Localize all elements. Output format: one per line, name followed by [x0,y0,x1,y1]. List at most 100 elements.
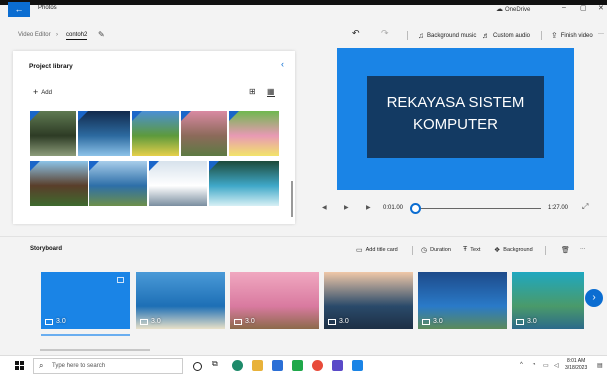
library-thumbnail[interactable] [209,161,279,206]
redo-button[interactable]: ↷ [381,28,389,39]
add-title-card-button[interactable]: ▭ Add title card [356,246,398,254]
clip-duration: 3.0 [422,318,443,325]
background-music-label: Background music [427,32,477,39]
previous-frame-icon[interactable]: ◀ [322,204,327,211]
library-thumbnail[interactable] [30,161,88,206]
app-icon[interactable] [292,360,303,371]
library-thumbnail[interactable] [149,161,207,206]
store-icon[interactable] [272,360,283,371]
storyboard-more-button[interactable]: ··· [580,246,586,252]
project-name[interactable]: contoh2 [66,32,88,40]
text-button[interactable]: Ŧ Text [463,246,480,253]
back-button[interactable]: ← [8,2,30,17]
seek-handle[interactable] [410,203,421,214]
added-marker-icon [89,161,99,171]
finish-video-button[interactable]: ⇪ Finish video [551,31,593,40]
taskbar-clock[interactable]: 8:01 AM 3/18/2023 [565,358,587,372]
collapse-library-button[interactable]: ‹ [281,59,284,69]
storyboard-scrollbar[interactable] [40,349,150,351]
maximize-button[interactable]: ▢ [580,4,587,12]
pencil-icon[interactable]: ✎ [98,30,105,39]
task-view-icon[interactable]: ⧉ [212,359,223,370]
play-icon[interactable]: ▶ [344,204,349,211]
added-marker-icon [149,161,159,171]
undo-button[interactable]: ↶ [352,28,360,39]
video-preview[interactable]: REKAYASA SISTEM KOMPUTER [337,48,574,190]
delete-button[interactable]: 🗑 [561,246,570,254]
app-title: Photos [38,5,57,11]
seek-bar[interactable] [415,208,541,209]
teams-icon[interactable] [332,360,343,371]
divider [541,31,542,40]
image-icon [328,318,336,325]
network-icon[interactable]: ◔ [532,362,536,368]
storyboard-clip[interactable]: 3.0 [230,272,319,329]
windows-start-icon[interactable] [15,361,24,370]
storyboard-clip[interactable]: 3.0 [418,272,507,329]
clip-duration: 3.0 [328,318,349,325]
export-icon: ⇪ [551,31,558,40]
close-button[interactable]: ✕ [598,4,604,12]
library-thumbnail[interactable] [132,111,179,156]
cortana-icon[interactable] [193,362,202,371]
project-library-title: Project library [29,63,73,70]
chrome-icon[interactable] [312,360,323,371]
chevron-right-icon: › [592,292,596,303]
added-marker-icon [30,161,40,171]
next-frame-icon[interactable]: ▶ [366,204,371,211]
divider [407,31,408,40]
background-music-button[interactable]: ♫ Background music [418,31,476,40]
onedrive-label: OneDrive [505,7,531,13]
minimize-button[interactable]: – [562,4,566,11]
library-thumbnail[interactable] [30,111,76,156]
taskbar: ⌕ Type here to search ⧉ ^ ◔ ▭ ◁ 8:01 AM … [0,355,607,376]
tray-chevron-icon[interactable]: ^ [520,362,523,368]
clip-duration: 3.0 [140,318,161,325]
clip-duration: 3.0 [516,318,537,325]
library-thumbnail[interactable] [89,161,147,206]
arrow-left-icon: ← [14,4,24,14]
image-icon [140,318,148,325]
clip-select-checkbox[interactable] [117,277,124,283]
small-grid-view-icon[interactable]: ▦ [267,87,275,97]
volume-icon[interactable]: ◁ [554,362,559,369]
add-media-button[interactable]: + Add [33,87,52,97]
storyboard-panel: Storyboard ▭ Add title card ◷ Duration Ŧ Te… [0,236,607,354]
storyboard-clip[interactable]: 3.0 [136,272,225,329]
added-marker-icon [30,111,40,121]
clip-duration-label: 3.0 [339,318,349,325]
custom-audio-label: Custom audio [493,32,531,39]
notification-icon[interactable]: ▤ [597,362,603,369]
fullscreen-icon[interactable]: ⤢ [582,202,588,212]
onedrive-button[interactable]: ☁ OneDrive [496,5,530,13]
storyboard-clip[interactable]: 3.0 [512,272,584,329]
divider [412,246,413,255]
library-thumbnail[interactable] [181,111,227,156]
clip-duration: 3.0 [45,318,66,325]
storyboard-next-button[interactable]: › [585,289,603,307]
library-thumbnail[interactable] [229,111,279,156]
edge-icon[interactable] [232,360,243,371]
file-explorer-icon[interactable] [252,360,263,371]
library-thumbnail[interactable] [78,111,130,156]
title-bar: ← Photos ☁ OneDrive – ▢ ✕ [0,0,607,17]
clip-duration: 3.0 [234,318,255,325]
more-options-button[interactable]: ··· [598,31,604,37]
duration-button[interactable]: ◷ Duration [421,246,451,254]
custom-audio-button[interactable]: ♬ Custom audio [482,31,530,40]
library-scrollbar[interactable] [291,181,293,217]
cloud-icon: ☁ [496,6,503,13]
battery-icon[interactable]: ▭ [543,362,549,369]
photos-app-icon[interactable] [352,360,363,371]
storyboard-clip[interactable]: 3.0 [41,272,130,329]
storyboard-clip[interactable]: 3.0 [324,272,413,329]
background-label: Background [503,247,533,253]
background-button[interactable]: ❖ Background [494,246,533,254]
clip-duration-label: 3.0 [245,318,255,325]
taskbar-search-box[interactable]: ⌕ Type here to search [33,358,183,374]
added-marker-icon [181,111,191,121]
trash-icon: 🗑 [561,247,570,254]
breadcrumb-video-editor[interactable]: Video Editor [18,32,51,38]
large-grid-view-icon[interactable]: ⊞ [249,87,256,96]
title-line-1: REKAYASA SISTEM [386,94,525,111]
